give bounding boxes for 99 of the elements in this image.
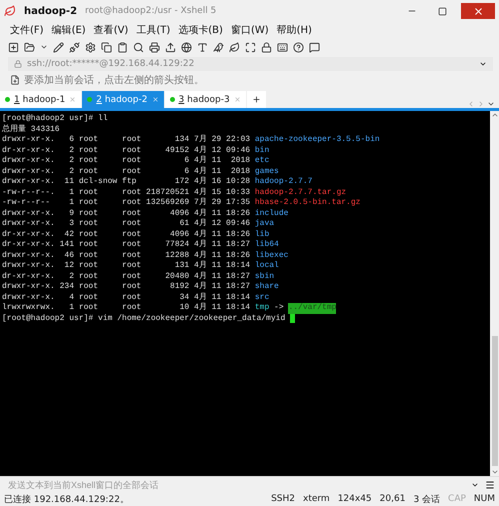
file-name: lib64: [254, 240, 279, 250]
key-indicator: NUM: [474, 494, 495, 504]
file-name: java: [254, 219, 274, 230]
file-name: hbase-2.0.5-bin.tar.gz: [254, 198, 360, 208]
maximize-icon: [438, 6, 446, 16]
file-name: src: [254, 292, 270, 303]
terminal-line: [root@hadoop2 usr]# ll: [2, 114, 108, 124]
status-dot-icon: [5, 97, 10, 102]
window-title: hadoop-2: [24, 6, 78, 16]
file-info: drwxr-xr-x. 6 root root 134 7月 29 22:03: [2, 135, 250, 146]
menu-item[interactable]: 帮助(H): [276, 23, 312, 37]
caret-icon[interactable]: [40, 43, 48, 51]
caret-icon[interactable]: [479, 60, 487, 68]
file-info: -rw-r--r--. 1 root root 218720521 4月 15 10:33: [2, 188, 250, 198]
close-icon: [472, 6, 484, 16]
file-info: drwxr-xr-x. 12 root root 131 4月 11 18:14: [2, 261, 250, 272]
file-info: drwxr-xr-x. 234 root root 8192 4月 11 18:27: [2, 282, 250, 292]
leaf-icon[interactable]: [229, 42, 240, 52]
menu-item[interactable]: 选项卡(B): [178, 23, 223, 37]
caret-icon[interactable]: [487, 100, 495, 108]
add-session-icon[interactable]: [10, 75, 20, 85]
session-tab[interactable]: 2 hadoop-2: [82, 91, 164, 108]
session-tab[interactable]: 1 hadoop-1: [0, 91, 82, 108]
font-icon[interactable]: [197, 42, 208, 52]
file-name: hadoop-2.7.7.tar.gz: [254, 188, 346, 198]
file-name: tmp: [254, 303, 270, 314]
plug-icon[interactable]: [69, 42, 80, 52]
menu-item[interactable]: 编辑(E): [52, 23, 86, 37]
info-text: 要添加当前会话，点击左侧的箭头按钮。: [24, 74, 204, 87]
new-tab-button[interactable]: [246, 91, 266, 108]
file-name: local: [254, 261, 279, 272]
key-indicator: CAP: [448, 494, 466, 504]
menu-icon[interactable]: [485, 480, 495, 490]
terminal-line: [root@hadoop2 usr]# vim /home/zookeeper/zookeeper_data/myid: [2, 314, 286, 324]
link-arrow: ->: [274, 303, 284, 314]
gear-icon[interactable]: [85, 42, 96, 52]
close-button[interactable]: [461, 3, 495, 19]
terminal-line: 总用量 343316: [2, 124, 60, 135]
keyboard-icon[interactable]: [277, 42, 288, 52]
printer-icon[interactable]: [149, 42, 160, 52]
new-session-icon[interactable]: [8, 42, 19, 52]
menu-item[interactable]: 查看(V): [94, 23, 128, 37]
file-info: -rw-r--r-- 1 root root 132569269 7月 29 17:35: [2, 198, 250, 208]
chat-icon[interactable]: [309, 42, 320, 52]
file-name: lib: [254, 230, 270, 240]
file-name: libexec: [254, 250, 288, 261]
menu-item[interactable]: 工具(T): [136, 23, 170, 37]
file-name: hadoop-2.7.7: [254, 177, 312, 188]
upload-icon[interactable]: [165, 42, 176, 52]
file-info: drwxr-xr-x. 2 root root 6 4月 11 2018: [2, 156, 250, 166]
file-name: apache-zookeeper-3.5.5-bin: [254, 135, 380, 146]
cursor-position-label: 20,61: [380, 494, 406, 504]
file-name: include: [254, 208, 288, 219]
file-info: drwxr-xr-x. 4 root root 34 4月 11 18:14: [2, 292, 250, 302]
close-tab-icon[interactable]: [152, 96, 158, 103]
session-tab[interactable]: 3 hadoop-3: [164, 91, 246, 108]
scroll-down-icon[interactable]: [490, 468, 498, 476]
protocol-label: SSH2: [271, 494, 295, 504]
app-logo-icon: [4, 5, 16, 17]
copy-icon[interactable]: [101, 42, 112, 52]
status-dot-icon: [170, 97, 174, 102]
lock-icon[interactable]: [261, 42, 272, 52]
file-info: dr-xr-xr-x. 2 root root 49152 4月 12 09:46: [2, 146, 250, 156]
file-name: bin: [254, 146, 270, 156]
file-name: share: [254, 282, 279, 292]
session-count-label: 3 会话: [413, 494, 440, 506]
window-subtitle: root@hadoop2:/usr - Xshell 5: [85, 6, 218, 16]
file-name: etc: [254, 156, 270, 166]
bird-icon[interactable]: [213, 42, 224, 52]
send-text-field[interactable]: 发送文本到当前Xshell窗口的全部会话: [6, 478, 465, 490]
status-dot-icon: [87, 97, 92, 102]
globe-icon[interactable]: [181, 42, 192, 52]
file-info: drwxr-xr-x. 11 dcl-snow ftp 172 4月 16 10:28: [2, 177, 250, 188]
scrollbar[interactable]: [490, 111, 499, 476]
terminal-size-label: 124x45: [338, 494, 372, 504]
clipboard-icon[interactable]: [117, 42, 128, 52]
menu-item[interactable]: 窗口(W): [230, 23, 269, 37]
search-icon[interactable]: [133, 42, 144, 52]
file-name: sbin: [254, 272, 274, 282]
fullscreen-icon[interactable]: [245, 42, 256, 52]
lock-icon: [14, 60, 22, 68]
file-info: dr-xr-xr-x. 141 root root 77824 4月 11 18:27: [2, 240, 250, 250]
pencil-icon[interactable]: [53, 42, 64, 52]
file-info: drwxr-xr-x. 9 root root 4096 4月 11 18:26: [2, 208, 250, 218]
file-info: drwxr-xr-x. 2 root root 6 4月 11 2018: [2, 166, 250, 176]
terminal-type-label: xterm: [303, 494, 330, 504]
connection-status: 已连接 192.168.44.129:22。: [4, 494, 130, 506]
file-info: lrwxrwxrwx. 1 root root 10 4月 11 18:14: [2, 303, 250, 314]
plus-icon: [252, 95, 261, 104]
file-info: dr-xr-xr-x. 42 root root 4096 4月 11 18:26: [2, 230, 250, 240]
link-target: ../var/tmp: [288, 303, 336, 314]
file-info: drwxr-xr-x. 46 root root 12288 4月 11 18:26: [2, 250, 250, 260]
file-info: dr-xr-xr-x. 2 root root 20480 4月 11 18:27: [2, 272, 250, 282]
menu-item[interactable]: 文件(F): [10, 23, 44, 37]
file-name: games: [254, 166, 279, 177]
scroll-up-icon[interactable]: [490, 111, 498, 119]
folder-icon[interactable]: [24, 42, 35, 52]
help-icon[interactable]: [293, 42, 304, 52]
file-info: drwxr-xr-x. 3 root root 61 4月 12 09:46: [2, 219, 250, 230]
